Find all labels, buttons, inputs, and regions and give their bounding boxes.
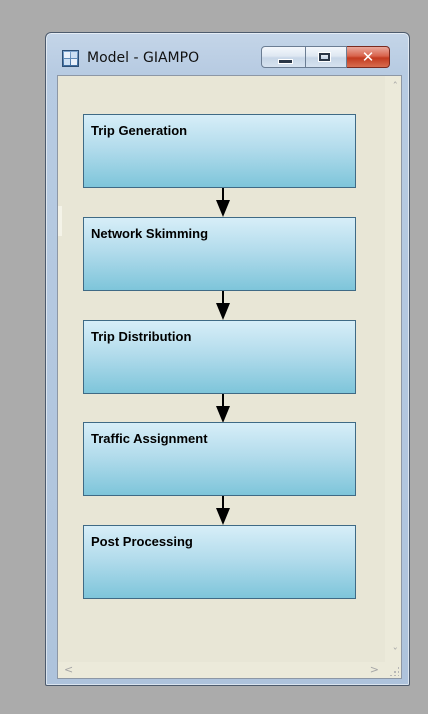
close-icon: ✕: [361, 48, 375, 66]
window-title: Model - GIAMPO: [87, 50, 200, 66]
stage-network-skimming[interactable]: Network Skimming: [83, 217, 356, 291]
model-grid-icon[interactable]: [62, 50, 79, 67]
flow-arrow: [216, 394, 230, 424]
minimize-icon: [278, 59, 293, 64]
minimize-button[interactable]: [261, 46, 306, 68]
maximize-icon: [318, 52, 331, 62]
stage-label: Trip Generation: [91, 123, 188, 138]
vertical-scrollbar[interactable]: ˆ ˇ: [385, 76, 401, 662]
stage-label: Trip Distribution: [91, 329, 192, 344]
stage-traffic-assignment[interactable]: Traffic Assignment: [83, 422, 356, 496]
close-button[interactable]: ✕: [347, 46, 390, 68]
maximize-button[interactable]: [306, 46, 347, 68]
scroll-right-icon[interactable]: >: [370, 664, 379, 675]
stage-label: Traffic Assignment: [91, 431, 208, 446]
horizontal-scrollbar[interactable]: < >: [58, 662, 401, 678]
diagram-canvas[interactable]: Trip Generation Network Skimming Trip Di…: [57, 75, 402, 679]
stage-post-processing[interactable]: Post Processing: [83, 525, 356, 599]
title-bar[interactable]: Model - GIAMPO ✕: [46, 33, 409, 75]
edge-marker: [58, 206, 62, 236]
scroll-up-icon[interactable]: ˆ: [393, 81, 399, 92]
model-window: Model - GIAMPO ✕ Trip Generation Network…: [45, 32, 410, 686]
flow-arrow: [216, 188, 230, 218]
stage-trip-distribution[interactable]: Trip Distribution: [83, 320, 356, 394]
scroll-down-icon[interactable]: ˇ: [393, 647, 399, 658]
resize-grip-icon[interactable]: [389, 666, 399, 676]
stage-label: Post Processing: [91, 534, 193, 549]
scroll-left-icon[interactable]: <: [64, 664, 73, 675]
stage-label: Network Skimming: [91, 226, 209, 241]
window-controls: ✕: [261, 46, 390, 68]
flow-arrow: [216, 496, 230, 526]
flow-arrow: [216, 291, 230, 321]
stage-trip-generation[interactable]: Trip Generation: [83, 114, 356, 188]
